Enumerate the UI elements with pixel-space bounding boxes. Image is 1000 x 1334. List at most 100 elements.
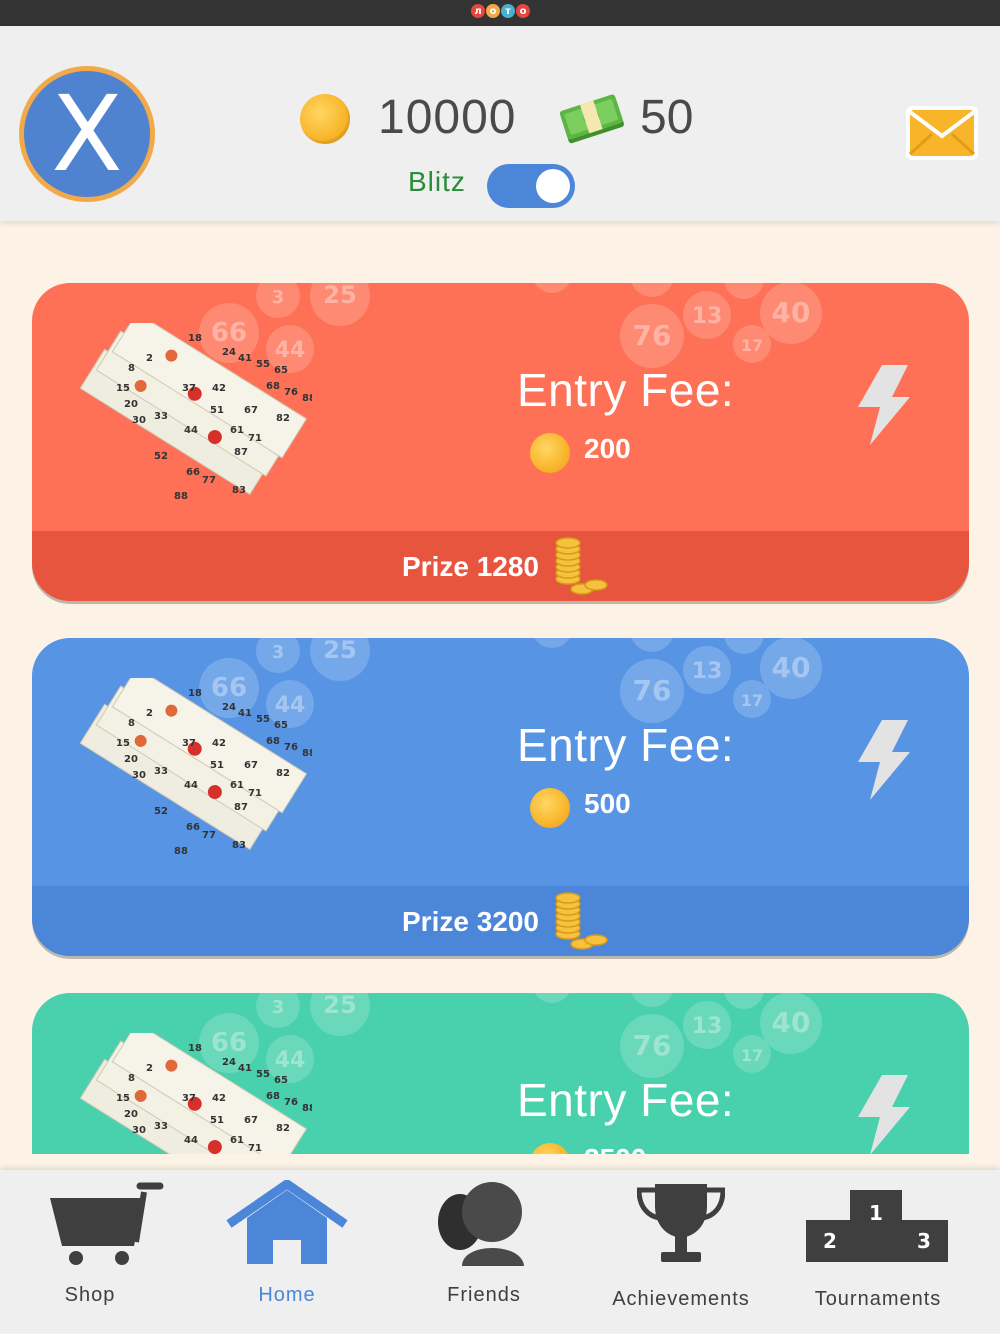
cash-balance: 50 — [640, 91, 694, 144]
ticket-number: 88 — [302, 748, 312, 759]
ticket-number: 51 — [210, 405, 224, 416]
blitz-toggle[interactable] — [487, 164, 575, 208]
ball-number: 3 — [272, 287, 285, 308]
ball-number: 13 — [692, 1014, 723, 1039]
game-card-1[interactable]: 66 3 25 44 76 13 40 17 18 24 41 55 65 68 — [32, 283, 969, 601]
ticket-number: 24 — [222, 347, 236, 358]
ticket-number: 15 — [116, 738, 130, 749]
ticket-number: 44 — [184, 780, 198, 791]
blitz-label: Blitz — [408, 166, 466, 197]
ticket-number: 41 — [238, 353, 252, 364]
logo-letter-1: л — [471, 4, 485, 18]
game-card-2[interactable]: 66 3 25 44 76 13 40 17 18 24 41 55 65 68 — [32, 638, 969, 956]
ticket-number: 67 — [244, 1115, 258, 1126]
ticket-number: 71 — [248, 433, 262, 444]
lotto-tickets-image: 18 24 41 55 65 68 76 88 2 8 37 42 51 67 … — [79, 323, 312, 502]
nav-label-shop: Shop — [64, 1284, 116, 1306]
ticket-number: 2 — [146, 708, 153, 719]
ball-number: 25 — [323, 283, 356, 309]
podium-number: 1 — [869, 1201, 883, 1225]
ball-number: 76 — [633, 674, 672, 707]
ticket-number: 30 — [132, 1125, 146, 1136]
ticket-number: 15 — [116, 383, 130, 394]
ticket-number: 61 — [230, 780, 244, 791]
nav-label-home: Home — [258, 1284, 316, 1306]
ticket-number: 20 — [124, 399, 138, 410]
ball-number: 40 — [772, 296, 811, 329]
app-logo: л о т о — [471, 4, 530, 22]
header: X 10000 50 Blitz — [0, 26, 1000, 221]
nav-label-friends: Friends — [447, 1284, 521, 1306]
ticket-number: 61 — [230, 1135, 244, 1146]
toggle-knob — [536, 169, 570, 203]
ticket-number: 82 — [276, 768, 290, 779]
ticket-number: 51 — [210, 1115, 224, 1126]
nav-tournaments[interactable]: 1 2 3 Tournaments — [778, 1170, 978, 1334]
ticket-number: 24 — [222, 1057, 236, 1068]
entry-fee-value: 2500 — [584, 1143, 646, 1154]
nav-home[interactable]: Home — [187, 1170, 387, 1334]
cash-icon — [559, 94, 624, 144]
ticket-number: 68 — [266, 1091, 280, 1102]
ticket-number: 88 — [302, 393, 312, 404]
ticket-number: 15 — [116, 1093, 130, 1104]
ticket-number: 37 — [182, 1093, 196, 1104]
prize-label: Prize 1280 — [402, 551, 539, 582]
ticket-number: 61 — [230, 425, 244, 436]
bottom-nav: Shop Home Friends Achievements 1 2 3 Tou… — [0, 1170, 1000, 1334]
nav-achievements[interactable]: Achievements — [581, 1170, 781, 1334]
ticket-number: 76 — [284, 742, 298, 753]
logo-letter-4: о — [516, 4, 530, 18]
ticket-number: 8 — [128, 718, 135, 729]
ticket-number: 66 — [186, 467, 200, 478]
ticket-number: 24 — [222, 702, 236, 713]
ticket-number: 88 — [302, 1103, 312, 1114]
avatar[interactable]: X — [19, 66, 155, 202]
ball-number: 17 — [741, 336, 763, 355]
logo-letter-3: т — [501, 4, 515, 18]
ticket-number: 18 — [188, 688, 202, 699]
ticket-number: 2 — [146, 1063, 153, 1074]
entry-fee-label: Entry Fee: — [517, 364, 735, 416]
mail-icon[interactable] — [904, 104, 980, 162]
ticket-number: 65 — [274, 365, 288, 376]
ticket-number: 55 — [256, 1069, 270, 1080]
nav-shop[interactable]: Shop — [0, 1170, 190, 1334]
ticket-number: 42 — [212, 383, 226, 394]
ticket-number: 66 — [186, 822, 200, 833]
nav-friends[interactable]: Friends — [384, 1170, 584, 1334]
ticket-number: 77 — [202, 830, 216, 841]
ticket-number: 18 — [188, 1043, 202, 1054]
coin-icon — [530, 788, 570, 828]
ticket-number: 55 — [256, 714, 270, 725]
ticket-number: 51 — [210, 760, 224, 771]
podium-icon: 1 2 3 — [806, 1190, 948, 1262]
ticket-number: 2 — [146, 353, 153, 364]
ball-number: 76 — [633, 1029, 672, 1062]
lotto-tickets-image: 18 24 41 55 65 68 76 88 2 8 37 42 51 67 … — [79, 678, 312, 857]
ticket-number: 82 — [276, 1123, 290, 1134]
ticket-number: 65 — [274, 1075, 288, 1086]
ball-number: 25 — [323, 638, 356, 664]
ball-number: 13 — [692, 304, 723, 329]
ticket-number: 33 — [154, 766, 168, 777]
lightning-icon — [858, 1075, 910, 1154]
ticket-number: 42 — [212, 1093, 226, 1104]
coin-stack-icon — [555, 892, 608, 950]
ticket-number: 30 — [132, 770, 146, 781]
ball-number: 76 — [633, 319, 672, 352]
game-card-3[interactable]: 66 3 25 44 76 13 40 17 18 24 41 55 65 68 — [32, 993, 969, 1154]
ticket-number: 44 — [184, 425, 198, 436]
ticket-number: 76 — [284, 387, 298, 398]
ticket-number: 37 — [182, 738, 196, 749]
entry-fee-label: Entry Fee: — [517, 719, 735, 771]
entry-fee-value: 500 — [584, 788, 631, 819]
podium-number: 2 — [823, 1229, 837, 1253]
ticket-number: 8 — [128, 1073, 135, 1084]
ticket-number: 30 — [132, 415, 146, 426]
coin-icon — [530, 433, 570, 473]
lightning-icon — [858, 720, 910, 800]
ticket-number: 44 — [184, 1135, 198, 1146]
ticket-number: 20 — [124, 754, 138, 765]
nav-label-tournaments: Tournaments — [814, 1288, 942, 1310]
